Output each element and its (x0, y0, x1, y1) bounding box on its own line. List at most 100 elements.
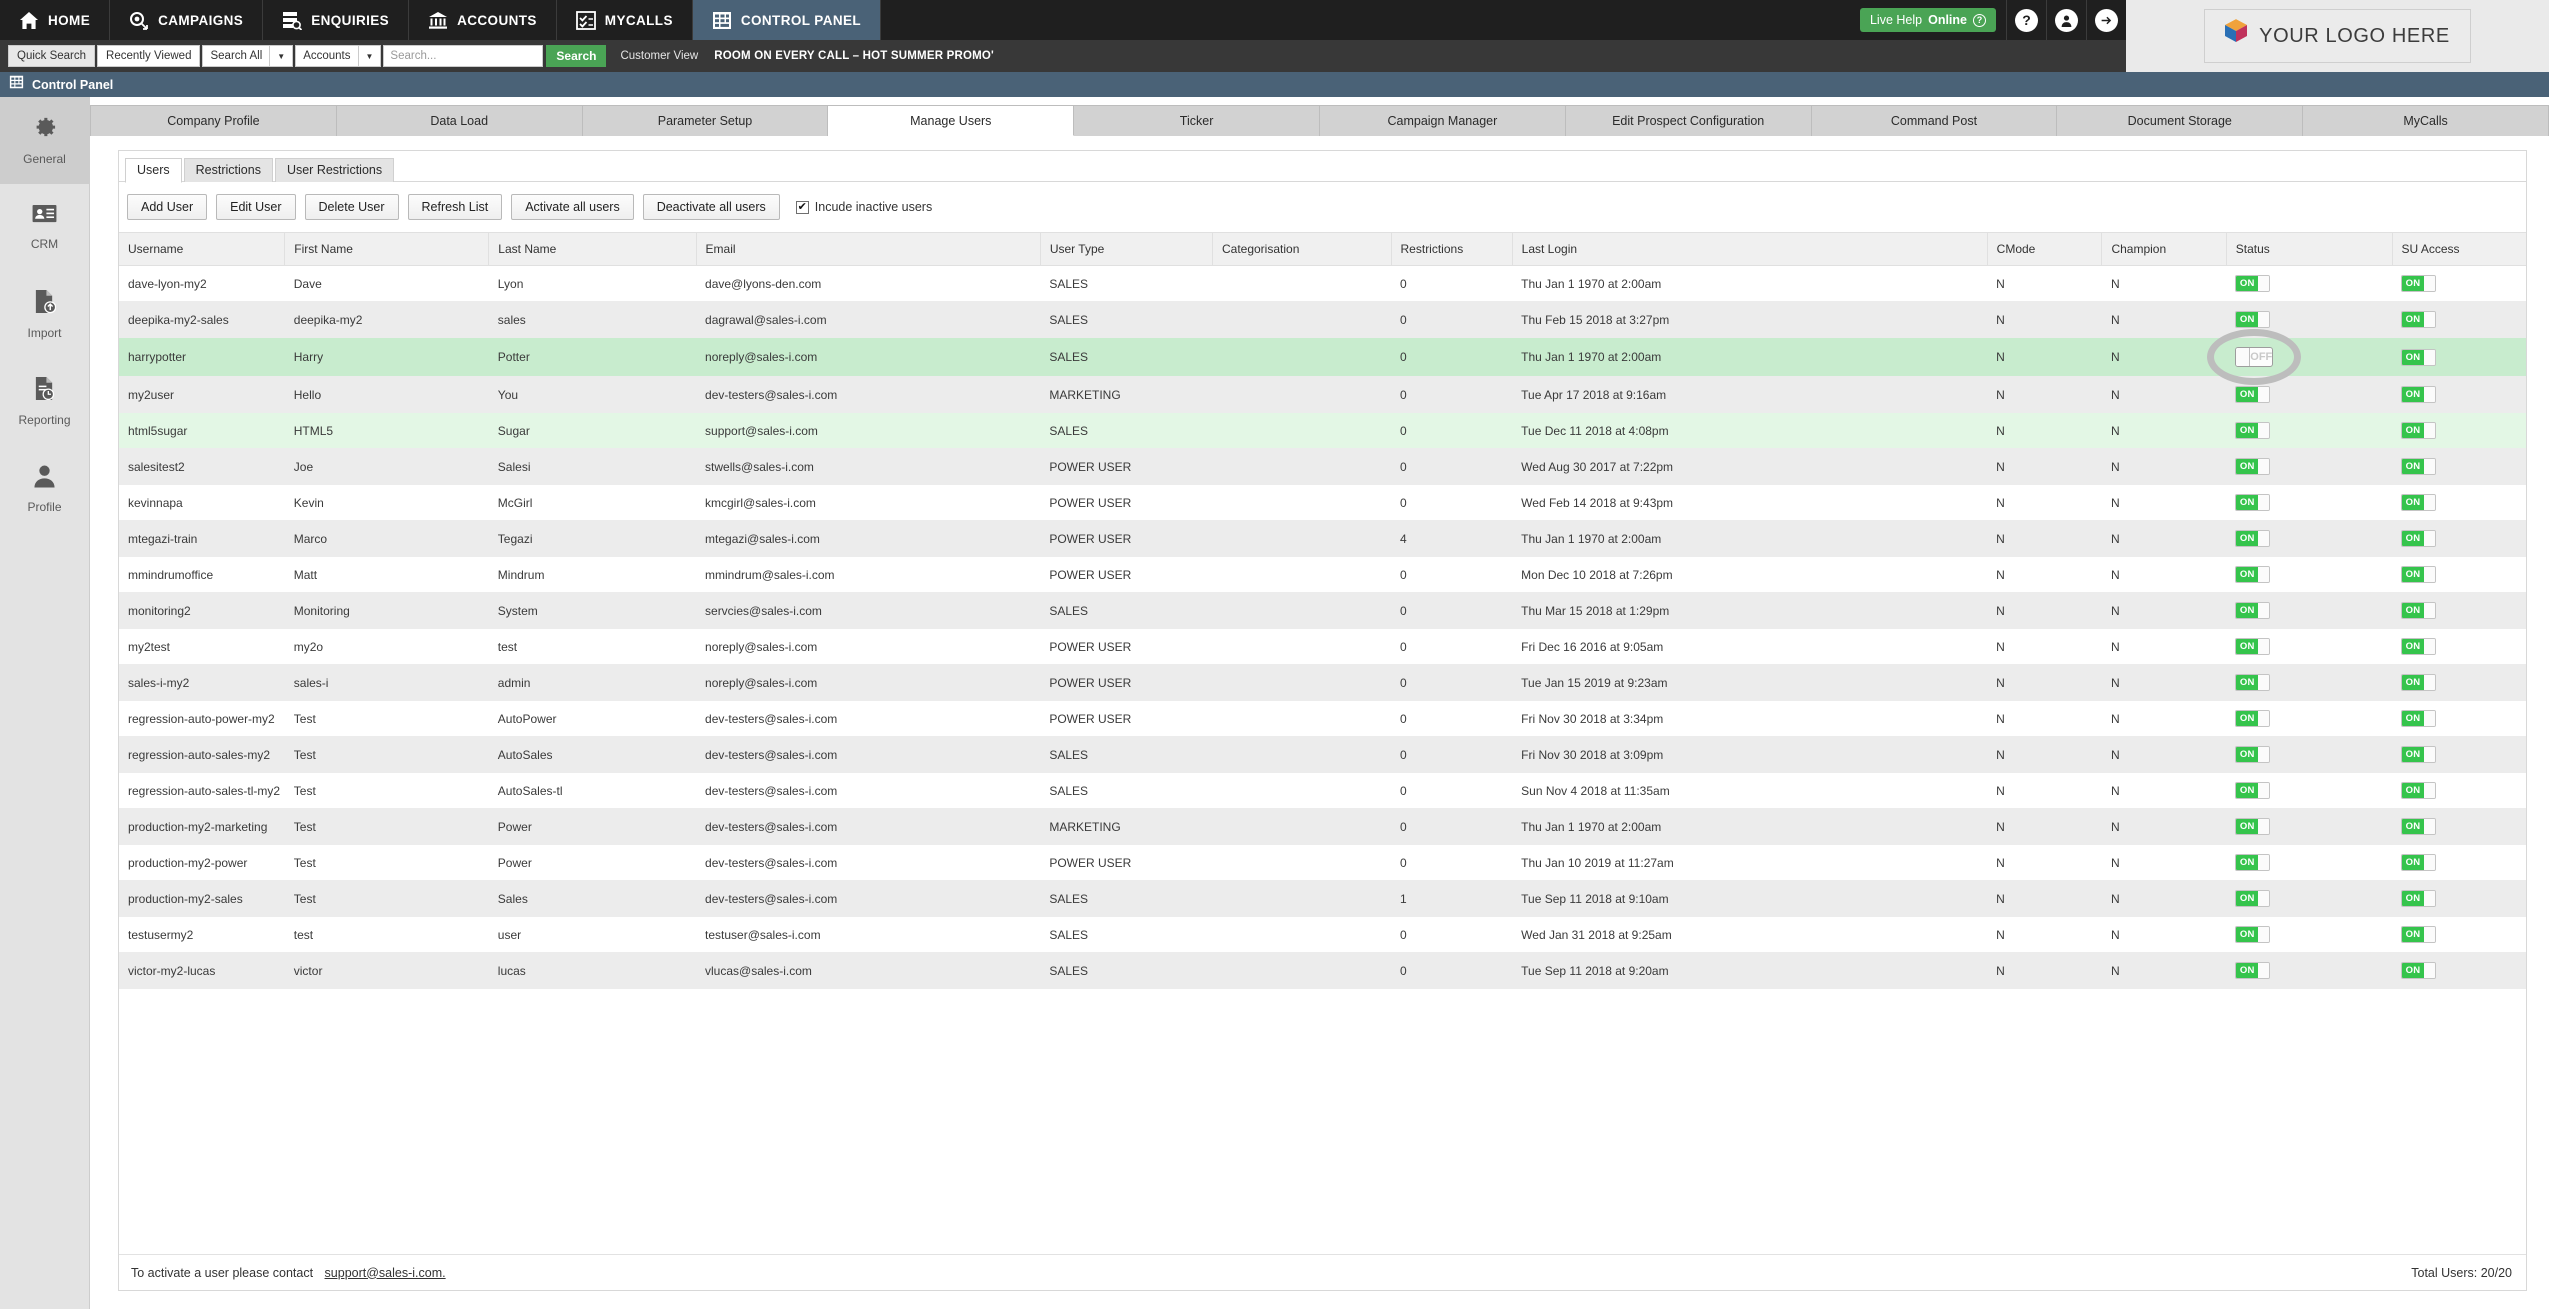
table-row[interactable]: html5sugar HTML5 Sugar support@sales-i.com S… (119, 412, 2526, 449)
table-row[interactable]: production-my2-power Test Power dev-testers… (119, 844, 2526, 881)
subtab-user-restrictions[interactable]: User Restrictions (274, 158, 395, 182)
status-toggle[interactable]: ON (2235, 710, 2271, 727)
table-row[interactable]: sales-i-my2 sales-i admin noreply@sales-i.c… (119, 664, 2526, 701)
sidebar-item-profile[interactable]: Profile (0, 445, 89, 532)
nav-item-accounts[interactable]: ACCOUNTS (409, 0, 557, 40)
status-toggle[interactable]: ON (2235, 530, 2271, 547)
user-account-button[interactable] (2046, 0, 2086, 40)
table-row[interactable]: my2user Hello You dev-testers@sales-i.com MA… (119, 376, 2526, 413)
su-access-toggle[interactable]: ON (2401, 494, 2437, 511)
nav-item-campaigns[interactable]: CAMPAIGNS (110, 0, 264, 40)
table-row[interactable]: monitoring2 Monitoring System servcies@sale… (119, 592, 2526, 629)
customer-view-link[interactable]: Customer View (620, 50, 698, 62)
table-row[interactable]: my2test my2o test noreply@sales-i.com POWER … (119, 628, 2526, 665)
include-inactive-users-checkbox[interactable]: ✔ Incude inactive users (795, 200, 932, 214)
col-champion[interactable]: Champion (2101, 232, 2227, 266)
col-last-name[interactable]: Last Name (488, 232, 697, 266)
col-username[interactable]: Username (119, 232, 286, 266)
su-access-toggle[interactable]: ON (2401, 602, 2437, 619)
sidebar-item-import[interactable]: Import (0, 271, 89, 358)
su-access-toggle[interactable]: ON (2401, 458, 2437, 475)
status-toggle[interactable]: ON (2235, 962, 2271, 979)
su-access-toggle[interactable]: ON (2401, 746, 2437, 763)
tab-ticker[interactable]: Ticker (1074, 105, 1320, 136)
status-toggle[interactable]: ON (2235, 890, 2271, 907)
table-row[interactable]: regression-auto-power-my2 Test AutoPower de… (119, 700, 2526, 737)
deactivate-all-users-button[interactable]: Deactivate all users (642, 194, 780, 220)
su-access-toggle[interactable]: ON (2401, 710, 2437, 727)
col-user-type[interactable]: User Type (1040, 232, 1213, 266)
sidebar-item-crm[interactable]: CRM (0, 184, 89, 271)
su-access-toggle[interactable]: ON (2401, 638, 2437, 655)
activate-all-users-button[interactable]: Activate all users (511, 194, 634, 220)
col-su-access[interactable]: SU Access (2392, 232, 2526, 266)
status-toggle[interactable]: ON (2235, 566, 2271, 583)
status-toggle[interactable]: ON (2235, 275, 2271, 292)
nav-item-control-panel[interactable]: CONTROL PANEL (692, 0, 882, 40)
status-toggle[interactable]: ON (2235, 422, 2271, 439)
nav-item-enquiries[interactable]: ENQUIRIES (263, 0, 410, 40)
tab-campaign-manager[interactable]: Campaign Manager (1319, 105, 1566, 136)
status-toggle[interactable]: ON (2235, 638, 2271, 655)
table-row[interactable]: victor-my2-lucas victor lucas vlucas@sales-… (119, 952, 2526, 989)
sidebar-item-general[interactable]: General (0, 97, 89, 184)
table-row[interactable]: mtegazi-train Marco Tegazi mtegazi@sales-i.… (119, 520, 2526, 557)
recently-viewed-button[interactable]: Recently Viewed (97, 45, 201, 67)
col-cmode[interactable]: CMode (1987, 232, 2103, 266)
table-row[interactable]: dave-lyon-my2 Dave Lyon dave@lyons-den.com S… (119, 265, 2526, 302)
search-entity-select[interactable]: Accounts ▼ (295, 45, 382, 67)
status-toggle[interactable]: ON (2235, 674, 2271, 691)
su-access-toggle[interactable]: ON (2401, 530, 2437, 547)
col-first-name[interactable]: First Name (284, 232, 490, 266)
col-last-login[interactable]: Last Login (1512, 232, 1988, 266)
status-toggle[interactable]: OFF (2235, 347, 2274, 367)
status-toggle[interactable]: ON (2235, 458, 2271, 475)
live-help-button[interactable]: Live Help Online ? (1859, 8, 1996, 32)
help-button[interactable]: ? (2006, 0, 2046, 40)
col-email[interactable]: Email (696, 232, 1041, 266)
tab-mycalls[interactable]: MyCalls (2303, 105, 2549, 136)
nav-item-home[interactable]: HOME (0, 0, 111, 40)
su-access-toggle[interactable]: ON (2401, 890, 2437, 907)
sidebar-item-reporting[interactable]: Reporting (0, 358, 89, 445)
tab-parameter-setup[interactable]: Parameter Setup (582, 105, 829, 136)
status-toggle[interactable]: ON (2235, 386, 2271, 403)
su-access-toggle[interactable]: ON (2401, 566, 2437, 583)
support-email-link[interactable]: support@sales-i.com. (325, 1266, 446, 1280)
col-restrictions[interactable]: Restrictions (1391, 232, 1513, 266)
table-row[interactable]: regression-auto-sales-my2 Test AutoSales de… (119, 736, 2526, 773)
delete-user-button[interactable]: Delete User (304, 194, 399, 220)
su-access-toggle[interactable]: ON (2401, 422, 2437, 439)
table-row[interactable]: production-my2-marketing Test Power dev-tes… (119, 808, 2526, 845)
status-toggle[interactable]: ON (2235, 311, 2271, 328)
search-input[interactable] (383, 45, 544, 67)
col-categorisation[interactable]: Categorisation (1212, 232, 1392, 266)
status-toggle[interactable]: ON (2235, 494, 2271, 511)
su-access-toggle[interactable]: ON (2401, 854, 2437, 871)
search-scope-select[interactable]: Search All ▼ (202, 45, 294, 67)
status-toggle[interactable]: ON (2235, 854, 2271, 871)
logout-button[interactable] (2086, 0, 2126, 40)
tab-company-profile[interactable]: Company Profile (90, 105, 337, 136)
status-toggle[interactable]: ON (2235, 926, 2271, 943)
table-row[interactable]: testusermy2 test user testuser@sales-i.com S… (119, 916, 2526, 953)
su-access-toggle[interactable]: ON (2401, 782, 2437, 799)
su-access-toggle[interactable]: ON (2401, 962, 2437, 979)
status-toggle[interactable]: ON (2235, 782, 2271, 799)
table-row[interactable]: mmindrumoffice Matt Mindrum mmindrum@sales-… (119, 556, 2526, 593)
tab-document-storage[interactable]: Document Storage (2057, 105, 2304, 136)
su-access-toggle[interactable]: ON (2401, 818, 2437, 835)
refresh-list-button[interactable]: Refresh List (407, 194, 503, 220)
table-row[interactable]: harrypotter Harry Potter noreply@sales-i.co… (119, 337, 2526, 377)
table-row[interactable]: production-my2-sales Test Sales dev-testers… (119, 880, 2526, 917)
su-access-toggle[interactable]: ON (2401, 386, 2437, 403)
table-row[interactable]: salesitest2 Joe Salesi stwells@sales-i.com P… (119, 448, 2526, 485)
su-access-toggle[interactable]: ON (2401, 311, 2437, 328)
subtab-restrictions[interactable]: Restrictions (183, 158, 273, 182)
status-toggle[interactable]: ON (2235, 602, 2271, 619)
col-status[interactable]: Status (2226, 232, 2393, 266)
tab-data-load[interactable]: Data Load (336, 105, 583, 136)
su-access-toggle[interactable]: ON (2401, 348, 2437, 366)
su-access-toggle[interactable]: ON (2401, 674, 2437, 691)
search-button[interactable]: Search (546, 45, 607, 67)
